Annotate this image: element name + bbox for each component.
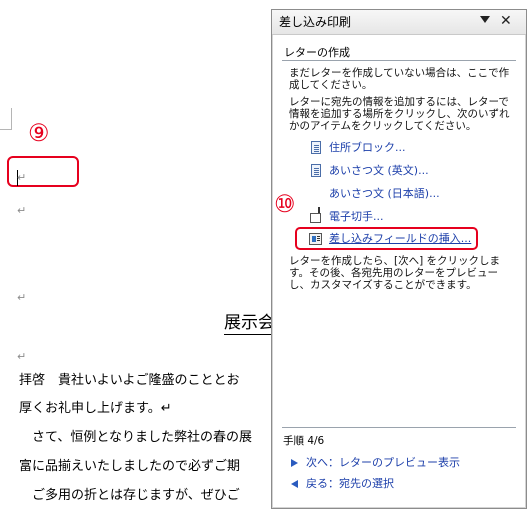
- blank-icon: [309, 187, 323, 201]
- document-line: 富に品揃えいたしましたので必ずご期: [19, 459, 241, 474]
- document-line: ご多用の折とは存じますが、ぜひご: [19, 488, 240, 503]
- task-pane-header: 差し込み印刷 ✕: [272, 10, 526, 35]
- step-indicator: 手順 4/6: [283, 435, 325, 447]
- insert-merge-field-link[interactable]: 差し込みフィールドの挿入...: [309, 231, 471, 247]
- document-line: 拝啓 貴社いよいよご隆盛のこととお: [19, 373, 240, 388]
- merge-field-icon: [309, 232, 323, 246]
- greeting-ja-label: あいさつ文 (日本語)...: [329, 187, 440, 200]
- close-icon[interactable]: ✕: [500, 13, 512, 29]
- address-block-label: 住所ブロック...: [329, 141, 406, 154]
- document-icon: [309, 141, 323, 155]
- previous-step-link[interactable]: 戻る：宛先の選択: [291, 477, 394, 491]
- instruction-text: レターに宛先の情報を追加するには、レターで情報を追加する場所をクリックし、次のい…: [289, 96, 510, 132]
- paragraph-mark: ↵: [17, 171, 27, 184]
- greeting-ja-link[interactable]: あいさつ文 (日本語)...: [309, 186, 440, 202]
- address-block-link[interactable]: 住所ブロック...: [309, 140, 406, 156]
- margin-corner-mark: [0, 108, 12, 130]
- task-pane-title: 差し込み印刷: [279, 15, 352, 29]
- previous-step-label: 戻る：宛先の選択: [306, 477, 394, 490]
- arrow-left-icon: [291, 480, 298, 488]
- section-divider: [282, 60, 516, 61]
- annotation-step-10: ⑩: [274, 190, 296, 218]
- step-divider: [282, 427, 516, 428]
- next-step-label: 次へ：レターのプレビュー表示: [306, 456, 460, 469]
- intro-text: まだレターを作成していない場合は、ここで作成してください。: [289, 67, 510, 91]
- greeting-en-label: あいさつ文 (英文)...: [329, 164, 429, 177]
- postage-label: 電子切手...: [329, 210, 384, 223]
- next-step-link[interactable]: 次へ：レターのプレビュー表示: [291, 456, 460, 470]
- greeting-en-link[interactable]: あいさつ文 (英文)...: [309, 163, 429, 179]
- insert-merge-field-label: 差し込みフィールドの挿入...: [329, 232, 472, 245]
- paragraph-mark: ↵: [17, 204, 27, 217]
- arrow-right-icon: [291, 459, 298, 467]
- annotation-step-9: ⑨: [28, 119, 50, 147]
- stamp-icon: [309, 207, 323, 224]
- paragraph-mark: ↵: [17, 350, 27, 363]
- outro-text: レターを作成したら、[次へ] をクリックします。その後、各宛先用のレターをプレビ…: [289, 255, 501, 291]
- section-title: レターの作成: [284, 46, 350, 59]
- document-line: 厚くお礼申し上げます。↵: [19, 401, 172, 416]
- document-title: 展示会: [224, 313, 275, 335]
- chevron-down-icon[interactable]: [480, 16, 490, 23]
- paragraph-mark: ↵: [17, 291, 27, 304]
- document-line: さて、恒例となりました弊社の春の展: [19, 430, 252, 445]
- mail-merge-task-pane: 差し込み印刷 ✕ レターの作成 まだレターを作成していない場合は、ここで作成して…: [271, 9, 527, 509]
- document-icon: [309, 164, 323, 178]
- postage-link[interactable]: 電子切手...: [309, 207, 384, 225]
